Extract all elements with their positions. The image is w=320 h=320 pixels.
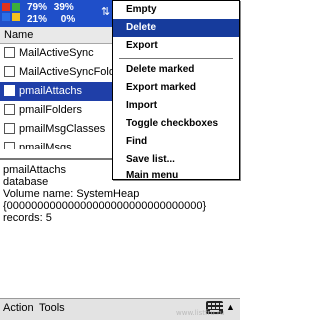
item-label: MailActiveSync: [19, 47, 94, 59]
item-label: pmailMsgs: [19, 142, 72, 149]
menu-item-delete-marked[interactable]: Delete marked: [113, 61, 239, 79]
battery-main-value: 79%: [27, 2, 48, 13]
watermark: www.listfru.ru: [176, 309, 225, 317]
column-name-label: Name: [4, 29, 34, 41]
menu-separator: [119, 58, 233, 59]
keyboard-arrow-icon[interactable]: ▲: [226, 302, 235, 312]
database-list: Name MailActiveSync MailActiveSyncFolde pm…: [0, 27, 122, 149]
item-label: pmailMsgClasses: [19, 123, 106, 135]
detail-records: records: 5: [3, 212, 52, 224]
list-item[interactable]: pmailAttachs: [0, 82, 122, 101]
menu-item-import[interactable]: Import: [113, 97, 239, 115]
battery-backup-value: 39%: [53, 2, 74, 13]
detail-guid: {00000000000000000000000000000000}: [3, 200, 207, 212]
menu-item-delete[interactable]: Delete: [113, 19, 239, 37]
item-checkbox[interactable]: [4, 47, 15, 58]
list-item[interactable]: MailActiveSyncFolde: [0, 63, 122, 82]
action-menu[interactable]: Action: [3, 302, 34, 314]
memory-status: 21% 0%: [27, 14, 75, 25]
memory-program-value: 0%: [60, 14, 76, 25]
list-item[interactable]: pmailMsgs: [0, 139, 122, 149]
list-column-header[interactable]: Name: [0, 27, 122, 44]
menu-item-main-menu[interactable]: Main menu: [113, 167, 239, 185]
menu-item-export[interactable]: Export: [113, 37, 239, 55]
start-menu-icon[interactable]: [2, 3, 22, 23]
item-checkbox[interactable]: [4, 66, 15, 77]
item-label: MailActiveSyncFolde: [19, 66, 122, 78]
menu-item-find[interactable]: Find: [113, 133, 239, 151]
item-checkbox[interactable]: [4, 142, 15, 149]
item-label: pmailFolders: [19, 104, 82, 116]
list-item[interactable]: pmailFolders: [0, 101, 122, 120]
item-checkbox[interactable]: [4, 123, 15, 134]
menu-item-toggle-checkboxes[interactable]: Toggle checkboxes: [113, 115, 239, 133]
list-item[interactable]: pmailMsgClasses: [0, 120, 122, 139]
item-label: pmailAttachs: [19, 85, 82, 97]
menu-item-export-marked[interactable]: Export marked: [113, 79, 239, 97]
battery-status: 79% 39%: [27, 2, 74, 13]
tools-menu[interactable]: Tools: [39, 302, 65, 314]
list-item[interactable]: MailActiveSync: [0, 44, 122, 63]
sort-arrows-icon[interactable]: ⇅: [101, 5, 110, 18]
item-checkbox[interactable]: [4, 104, 15, 115]
detail-volume: Volume name: SystemHeap: [3, 188, 140, 200]
tools-popup-menu: Empty Delete Export Delete marked Export mar…: [112, 0, 240, 181]
memory-storage-value: 21%: [27, 14, 48, 25]
item-checkbox[interactable]: [4, 85, 15, 96]
menu-item-empty[interactable]: Empty: [113, 1, 239, 19]
